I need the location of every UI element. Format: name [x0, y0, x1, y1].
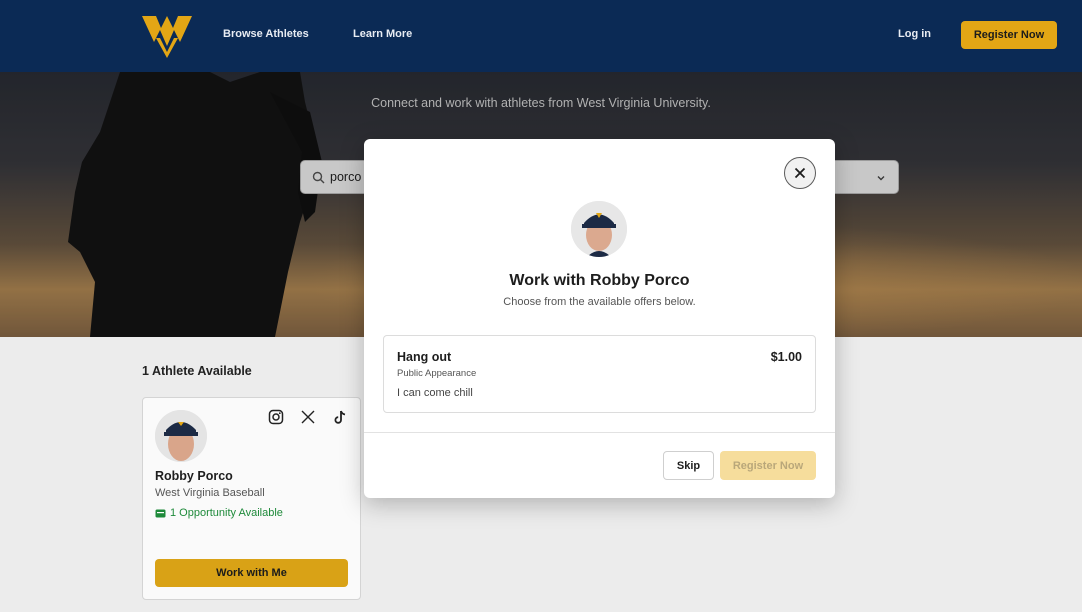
nav-browse-athletes[interactable]: Browse Athletes: [223, 28, 309, 40]
x-icon[interactable]: [300, 409, 316, 425]
avatar: [155, 410, 207, 462]
top-navbar: Browse Athletes Learn More Log in Regist…: [0, 0, 1082, 72]
modal-subtitle: Choose from the available offers below.: [503, 296, 696, 308]
offer-type: Public Appearance: [397, 368, 477, 379]
athlete-card[interactable]: Robby Porco West Virginia Baseball 1 Opp…: [142, 397, 361, 600]
money-icon: [155, 509, 166, 517]
register-now-button[interactable]: Register Now: [961, 21, 1057, 49]
athlete-team: West Virginia Baseball: [155, 487, 265, 499]
close-button[interactable]: [784, 157, 816, 189]
work-with-me-button[interactable]: Work with Me: [155, 559, 348, 587]
opportunity-label: 1 Opportunity Available: [170, 507, 283, 519]
register-now-button-disabled[interactable]: Register Now: [720, 451, 816, 480]
wv-logo[interactable]: [142, 14, 192, 60]
offer-description: I can come chill: [397, 387, 473, 399]
instagram-icon[interactable]: [268, 409, 284, 425]
avatar: [571, 201, 627, 257]
close-icon: [794, 167, 806, 179]
athlete-name: Robby Porco: [155, 469, 233, 483]
results-count: 1 Athlete Available: [142, 364, 252, 378]
login-link[interactable]: Log in: [898, 28, 931, 40]
offer-price: $1.00: [770, 350, 802, 364]
tiktok-icon[interactable]: [332, 409, 348, 425]
opportunity-status: 1 Opportunity Available: [155, 507, 283, 519]
divider: [364, 432, 835, 433]
offer-option[interactable]: Hang out Public Appearance I can come ch…: [383, 335, 816, 413]
offer-modal: Work with Robby Porco Choose from the av…: [364, 139, 835, 498]
modal-title: Work with Robby Porco: [509, 272, 690, 289]
skip-button[interactable]: Skip: [663, 451, 714, 480]
nav-learn-more[interactable]: Learn More: [353, 28, 412, 40]
offer-title: Hang out: [397, 350, 452, 364]
